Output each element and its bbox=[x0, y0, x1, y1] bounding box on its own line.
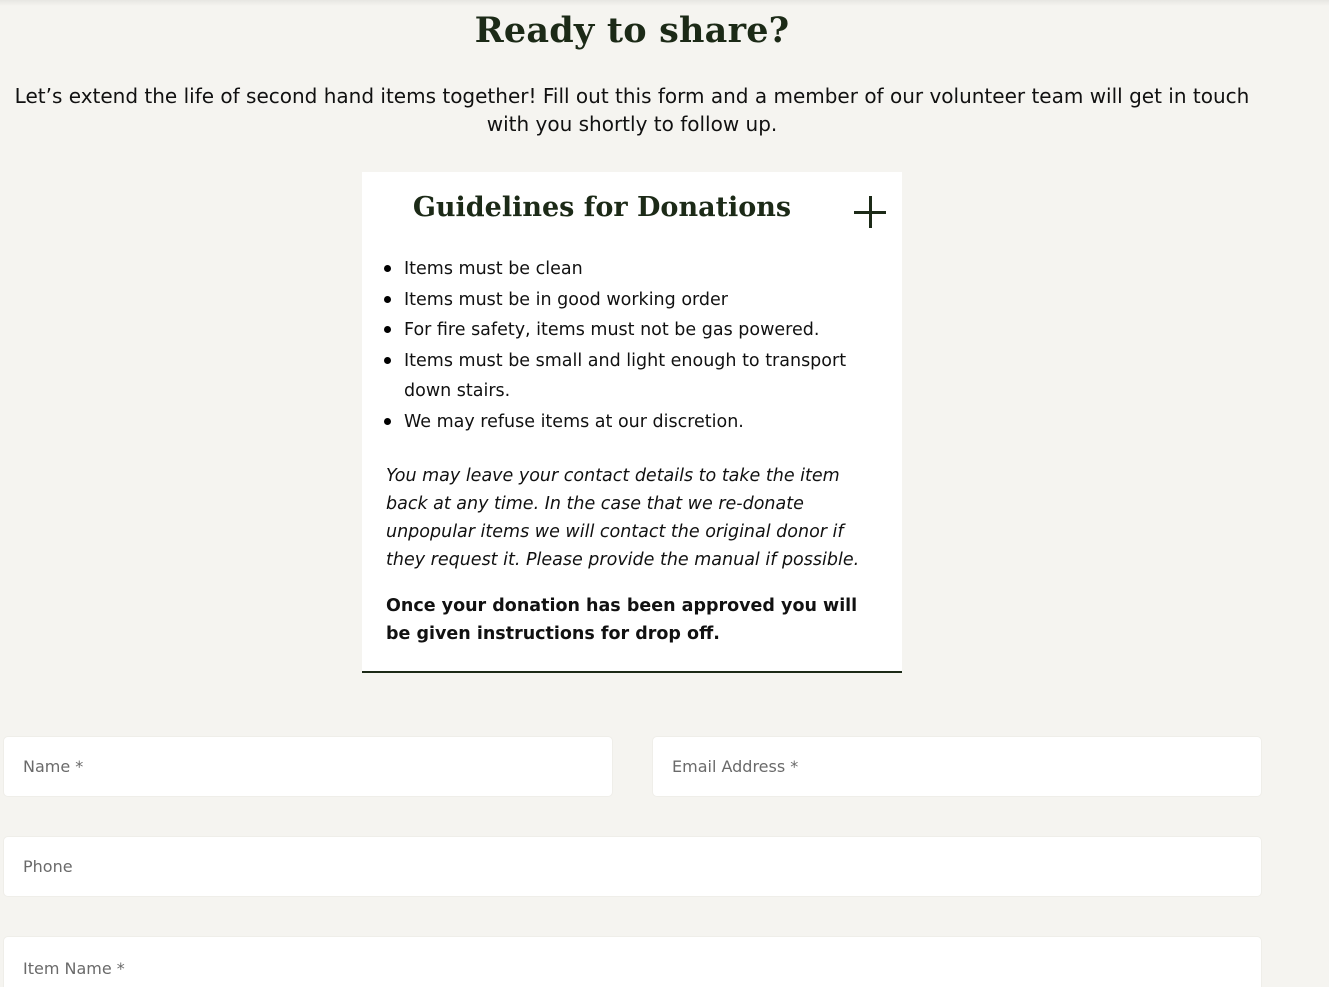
list-item: Items must be in good working order bbox=[384, 285, 874, 316]
guidelines-list: Items must be clean Items must be in goo… bbox=[384, 254, 874, 438]
guidelines-accordion: Guidelines for Donations Items must be c… bbox=[362, 172, 902, 673]
name-field[interactable] bbox=[3, 736, 613, 797]
list-item: For fire safety, items must not be gas p… bbox=[384, 315, 874, 346]
plus-icon[interactable] bbox=[852, 194, 888, 230]
item-name-field[interactable] bbox=[3, 936, 1262, 987]
contact-note: You may leave your contact details to ta… bbox=[386, 466, 860, 570]
email-field[interactable] bbox=[652, 736, 1262, 797]
approval-note: Once your donation has been approved you… bbox=[386, 596, 858, 644]
intro-text: Let’s extend the life of second hand ite… bbox=[14, 84, 1250, 136]
guidelines-title[interactable]: Guidelines for Donations bbox=[362, 192, 842, 223]
phone-field[interactable] bbox=[3, 836, 1262, 897]
header-shadow bbox=[0, 0, 1329, 6]
page-title: Ready to share? bbox=[474, 10, 790, 51]
list-item: Items must be clean bbox=[384, 254, 874, 285]
list-item: Items must be small and light enough to … bbox=[384, 346, 874, 407]
list-item: We may refuse items at our discretion. bbox=[384, 407, 874, 438]
